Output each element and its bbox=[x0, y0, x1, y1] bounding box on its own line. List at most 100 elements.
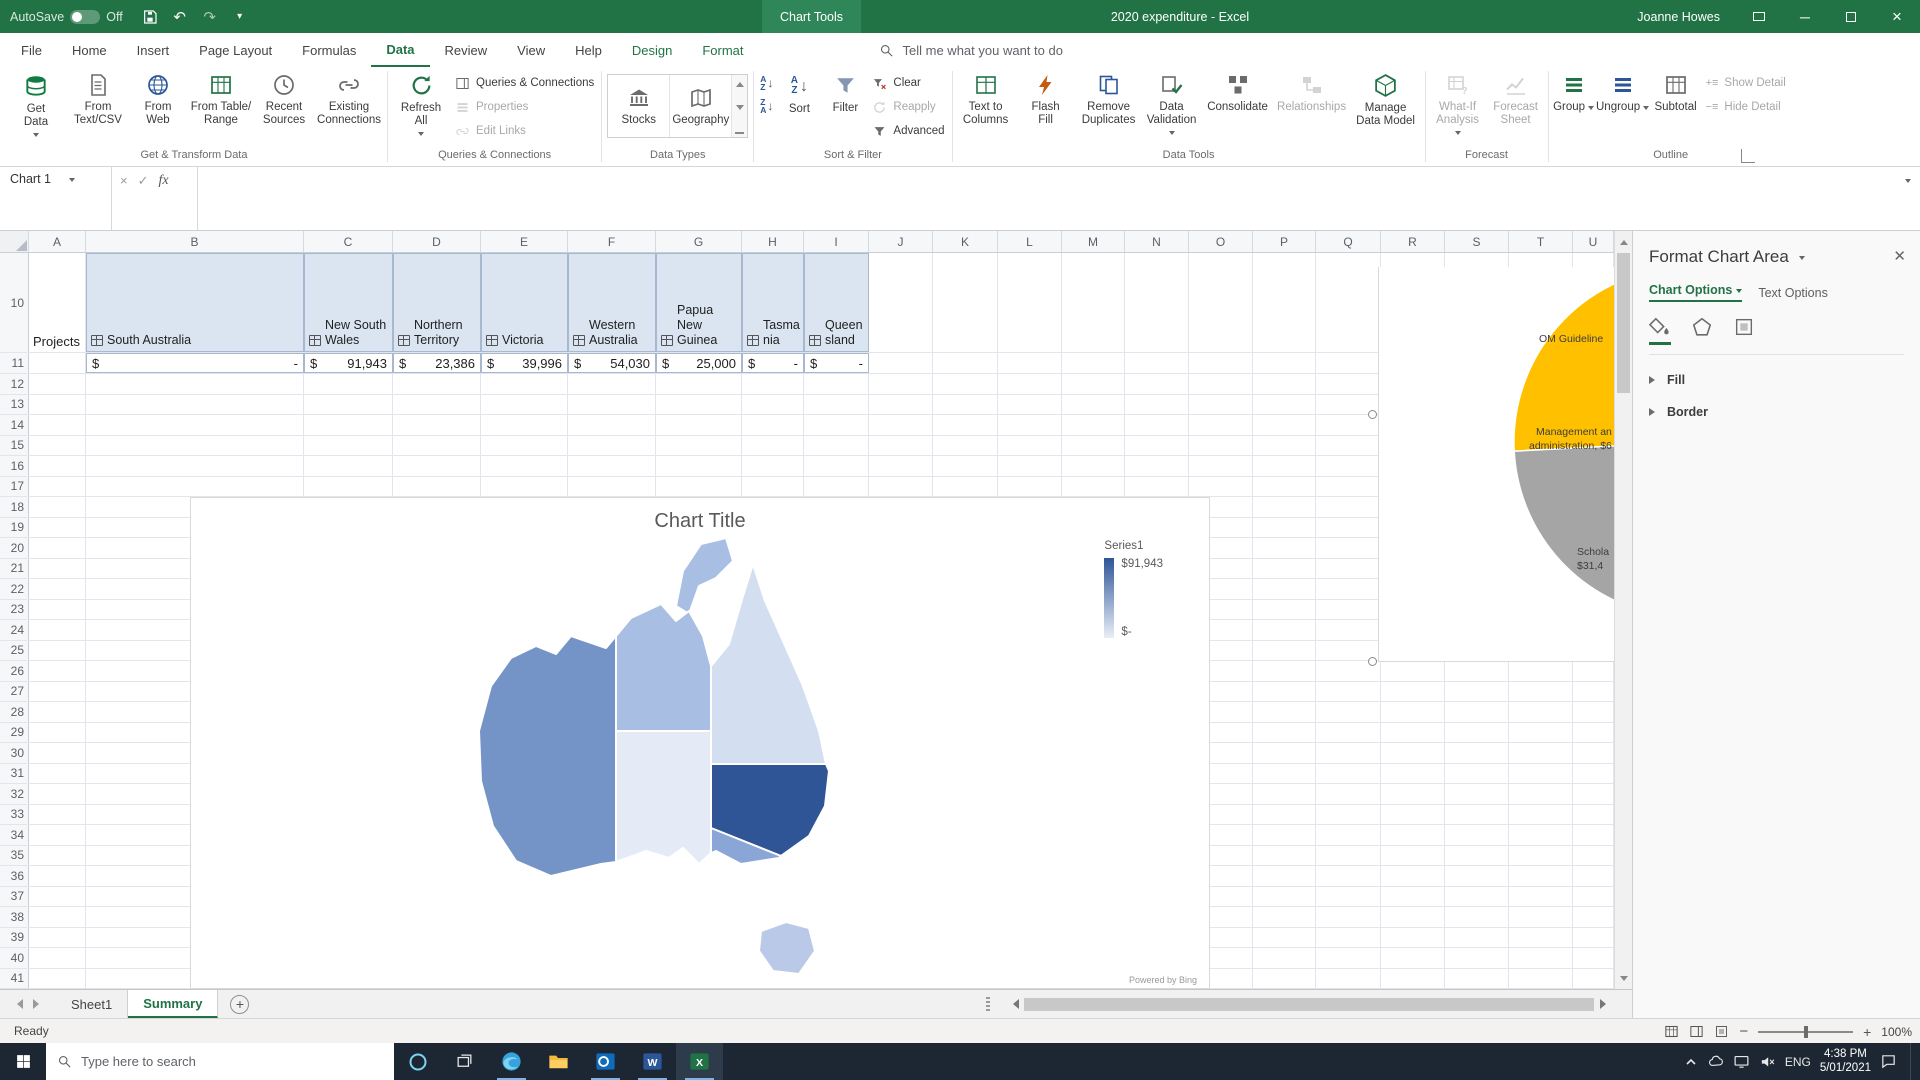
row-header-20[interactable]: 20 bbox=[0, 538, 29, 558]
chart-selection-handle[interactable] bbox=[1368, 410, 1377, 419]
cell-T30[interactable] bbox=[1509, 743, 1573, 763]
reapply-button[interactable]: Reapply bbox=[868, 96, 948, 118]
cell-P33[interactable] bbox=[1253, 805, 1316, 825]
cell-I13[interactable] bbox=[804, 395, 869, 415]
cell-H14[interactable] bbox=[742, 415, 804, 435]
column-header-C[interactable]: C bbox=[304, 231, 393, 252]
row-header-40[interactable]: 40 bbox=[0, 948, 29, 968]
cell-A38[interactable] bbox=[29, 907, 86, 927]
cell-P32[interactable] bbox=[1253, 784, 1316, 804]
row-header-29[interactable]: 29 bbox=[0, 723, 29, 743]
queries-connections-button[interactable]: Queries & Connections bbox=[451, 72, 598, 94]
cell-Q16[interactable] bbox=[1316, 456, 1381, 476]
outlook-taskbar-icon[interactable] bbox=[582, 1043, 629, 1080]
cell-S31[interactable] bbox=[1445, 764, 1509, 784]
cell-K15[interactable] bbox=[933, 436, 998, 456]
chart-options-tab[interactable]: Chart Options bbox=[1649, 283, 1742, 302]
cortana-button[interactable] bbox=[394, 1043, 441, 1080]
cell-A10[interactable]: Projects bbox=[29, 253, 86, 352]
cell-F16[interactable] bbox=[568, 456, 656, 476]
cell-M15[interactable] bbox=[1062, 436, 1125, 456]
column-header-O[interactable]: O bbox=[1189, 231, 1253, 252]
cell-D11[interactable]: $23,386 bbox=[393, 353, 481, 373]
row-header-19[interactable]: 19 bbox=[0, 518, 29, 538]
cell-I10[interactable]: Queensland bbox=[804, 253, 869, 352]
row-header-13[interactable]: 13 bbox=[0, 395, 29, 415]
cell-O13[interactable] bbox=[1189, 395, 1253, 415]
consolidate-button[interactable]: Consolidate bbox=[1202, 70, 1274, 114]
cell-C10[interactable]: New South Wales bbox=[304, 253, 393, 352]
ribbon-tab-formulas[interactable]: Formulas bbox=[287, 33, 371, 67]
row-header-16[interactable]: 16 bbox=[0, 456, 29, 476]
cell-U29[interactable] bbox=[1573, 723, 1614, 743]
column-header-S[interactable]: S bbox=[1445, 231, 1509, 252]
cell-U36[interactable] bbox=[1573, 866, 1614, 886]
column-header-B[interactable]: B bbox=[86, 231, 304, 252]
cell-B16[interactable] bbox=[86, 456, 304, 476]
cell-B11[interactable]: $- bbox=[86, 353, 304, 373]
row-header-10[interactable]: 10 bbox=[0, 253, 29, 352]
cell-R30[interactable] bbox=[1381, 743, 1445, 763]
cell-H17[interactable] bbox=[742, 477, 804, 497]
row-header-32[interactable]: 32 bbox=[0, 784, 29, 804]
cell-J10[interactable] bbox=[869, 253, 933, 352]
cell-P40[interactable] bbox=[1253, 948, 1316, 968]
cell-A23[interactable] bbox=[29, 600, 86, 620]
cell-K12[interactable] bbox=[933, 374, 998, 394]
cell-T35[interactable] bbox=[1509, 846, 1573, 866]
cell-T40[interactable] bbox=[1509, 948, 1573, 968]
cell-T29[interactable] bbox=[1509, 723, 1573, 743]
cell-Q24[interactable] bbox=[1316, 620, 1381, 640]
row-header-37[interactable]: 37 bbox=[0, 887, 29, 907]
cell-I11[interactable]: $- bbox=[804, 353, 869, 373]
cell-U38[interactable] bbox=[1573, 907, 1614, 927]
cell-C15[interactable] bbox=[304, 436, 393, 456]
cell-L15[interactable] bbox=[998, 436, 1062, 456]
from-table-range-button[interactable]: From Table/ Range bbox=[188, 70, 254, 127]
row-header-36[interactable]: 36 bbox=[0, 866, 29, 886]
cell-N12[interactable] bbox=[1125, 374, 1189, 394]
relationships-button[interactable]: Relationships bbox=[1274, 70, 1350, 114]
ribbon-tab-format[interactable]: Format bbox=[687, 33, 758, 67]
cell-U37[interactable] bbox=[1573, 887, 1614, 907]
ribbon-tab-help[interactable]: Help bbox=[560, 33, 617, 67]
zoom-slider-thumb[interactable] bbox=[1804, 1026, 1808, 1038]
cell-N10[interactable] bbox=[1125, 253, 1189, 352]
column-header-J[interactable]: J bbox=[869, 231, 933, 252]
from-web-button[interactable]: From Web bbox=[128, 70, 188, 127]
row-header-22[interactable]: 22 bbox=[0, 579, 29, 599]
map-region-tas[interactable] bbox=[759, 922, 815, 974]
column-header-E[interactable]: E bbox=[481, 231, 568, 252]
data-validation-button[interactable]: Data Validation bbox=[1142, 70, 1202, 138]
cell-L16[interactable] bbox=[998, 456, 1062, 476]
cell-E13[interactable] bbox=[481, 395, 568, 415]
cell-E16[interactable] bbox=[481, 456, 568, 476]
excel-taskbar-icon[interactable] bbox=[676, 1043, 723, 1080]
ribbon-tab-view[interactable]: View bbox=[502, 33, 560, 67]
action-center-icon[interactable] bbox=[1880, 1053, 1897, 1070]
cell-A14[interactable] bbox=[29, 415, 86, 435]
cancel-formula-button[interactable]: × bbox=[120, 173, 128, 230]
cell-P27[interactable] bbox=[1253, 682, 1316, 702]
cell-P19[interactable] bbox=[1253, 518, 1316, 538]
row-header-17[interactable]: 17 bbox=[0, 477, 29, 497]
cell-O10[interactable] bbox=[1189, 253, 1253, 352]
cell-J16[interactable] bbox=[869, 456, 933, 476]
cell-Q19[interactable] bbox=[1316, 518, 1381, 538]
select-all-corner[interactable] bbox=[0, 231, 29, 252]
cell-E15[interactable] bbox=[481, 436, 568, 456]
volume-icon[interactable] bbox=[1759, 1053, 1776, 1070]
map-region-wa[interactable] bbox=[479, 636, 616, 876]
row-header-25[interactable]: 25 bbox=[0, 641, 29, 661]
hide-detail-button[interactable]: −≡ Hide Detail bbox=[1702, 96, 1790, 118]
cell-G15[interactable] bbox=[656, 436, 742, 456]
cell-A19[interactable] bbox=[29, 518, 86, 538]
cell-H10[interactable]: Tasmania bbox=[742, 253, 804, 352]
cell-A22[interactable] bbox=[29, 579, 86, 599]
remove-duplicates-button[interactable]: Remove Duplicates bbox=[1076, 70, 1142, 127]
cell-C17[interactable] bbox=[304, 477, 393, 497]
cell-G11[interactable]: $25,000 bbox=[656, 353, 742, 373]
row-header-33[interactable]: 33 bbox=[0, 805, 29, 825]
cell-U27[interactable] bbox=[1573, 682, 1614, 702]
cell-Q12[interactable] bbox=[1316, 374, 1381, 394]
